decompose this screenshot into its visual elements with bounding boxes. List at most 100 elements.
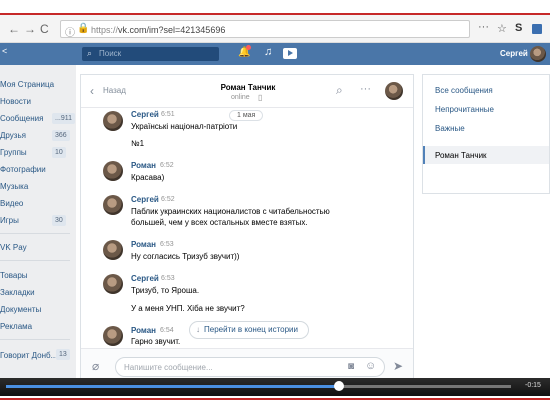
scroll-to-end-button[interactable]: ↓ Перейти в конец истории xyxy=(189,321,309,339)
menu-label: Игры xyxy=(0,216,19,225)
menu-label: VK Pay xyxy=(0,243,27,252)
menu-count: 30 xyxy=(52,215,66,226)
menu-item[interactable]: Группы xyxy=(0,148,27,157)
menu-item[interactable]: Товары xyxy=(0,271,28,280)
header-user-name[interactable]: Сергей xyxy=(500,49,528,58)
message-sender[interactable]: Роман xyxy=(131,161,156,170)
play-icon[interactable] xyxy=(283,48,297,59)
menu-item[interactable]: Говорит Донб... xyxy=(0,351,57,360)
chat-panel: ‹ Назад Роман Танчик online ▯ ⌕ ··· Серг… xyxy=(80,74,414,386)
vk-header: < ⌕ Поиск 🔔 ♫ Сергей xyxy=(0,43,550,65)
message-placeholder: Напишите сообщение... xyxy=(124,363,213,372)
message-sender[interactable]: Роман xyxy=(131,326,156,335)
menu-item[interactable]: Моя Страница xyxy=(0,80,54,89)
search-icon[interactable]: ⌕ xyxy=(336,83,343,98)
message-text: У а меня УНП. Хіба не звучит? xyxy=(131,304,245,313)
filter-all[interactable]: Все сообщения xyxy=(435,86,493,95)
more-icon[interactable]: ··· xyxy=(360,83,371,95)
menu-item[interactable]: Новости xyxy=(0,97,31,106)
lock-icon: 🔒 xyxy=(77,23,90,34)
video-scrubber[interactable] xyxy=(334,381,345,391)
message-text: Паблик украинских националистов с читабе… xyxy=(131,207,330,216)
menu-label: Говорит Донб... xyxy=(0,351,58,360)
header-avatar[interactable] xyxy=(530,46,546,62)
message-sender[interactable]: Сергей xyxy=(131,195,159,204)
filter-important[interactable]: Важные xyxy=(435,124,465,133)
filter-current-chat[interactable]: Роман Танчик xyxy=(435,151,487,160)
message-input[interactable]: Напишите сообщение... ◙ ☺ xyxy=(115,357,385,377)
menu-item[interactable]: Музыка xyxy=(0,182,28,191)
message-text: Красава) xyxy=(131,173,165,182)
attach-icon[interactable]: ⌀ xyxy=(92,359,99,373)
message-time: 6:51 xyxy=(161,111,175,118)
message-avatar[interactable] xyxy=(103,161,123,181)
url-text: https://vk.com/im?sel=421345696 xyxy=(91,25,225,35)
menu-item[interactable]: Игры xyxy=(0,216,19,225)
video-time: -0:15 xyxy=(525,382,541,389)
filter-unread[interactable]: Непрочитанные xyxy=(435,105,494,114)
back-link[interactable]: Назад xyxy=(103,86,126,95)
video-track[interactable] xyxy=(6,381,511,391)
menu-divider xyxy=(0,339,70,340)
menu-divider xyxy=(0,260,70,261)
back-arrow-icon[interactable]: ← xyxy=(8,22,20,36)
bottom-border xyxy=(0,398,550,400)
reload-icon[interactable]: C xyxy=(40,22,49,36)
back-chevron-icon[interactable]: ‹ xyxy=(90,84,94,98)
chat-title[interactable]: Роман Танчик xyxy=(211,83,285,92)
menu-item[interactable]: Видео xyxy=(0,199,23,208)
vk-logo-icon[interactable]: < xyxy=(2,46,7,56)
menu-label: Новости xyxy=(0,97,31,106)
camera-icon[interactable]: ◙ xyxy=(348,361,354,372)
left-menu: Моя Страница Новости Сообщения ...911 Др… xyxy=(0,65,76,385)
arrow-down-icon: ↓ xyxy=(196,325,200,334)
message-time: 6:53 xyxy=(160,241,174,248)
extension-icon[interactable]: S xyxy=(515,22,522,34)
menu-item[interactable]: Фотографии xyxy=(0,165,46,174)
menu-label: Друзья xyxy=(0,131,26,140)
menu-count: 366 xyxy=(52,130,70,141)
message-avatar[interactable] xyxy=(103,274,123,294)
menu-item[interactable]: Реклама xyxy=(0,322,32,331)
music-icon[interactable]: ♫ xyxy=(264,46,272,58)
message-time: 6:53 xyxy=(161,275,175,282)
menu-item[interactable]: Документы xyxy=(0,305,41,314)
message-sender[interactable]: Сергей xyxy=(131,274,159,283)
message-text: №1 xyxy=(131,139,145,148)
chat-avatar[interactable] xyxy=(385,82,403,100)
menu-label: Группы xyxy=(0,148,27,157)
message-time: 6:52 xyxy=(161,196,175,203)
menu-label: Видео xyxy=(0,199,24,208)
message-avatar[interactable] xyxy=(103,195,123,215)
forward-arrow-icon[interactable]: → xyxy=(24,22,36,36)
menu-item[interactable]: Сообщения xyxy=(0,114,43,123)
menu-label: Моя Страница xyxy=(0,80,55,89)
emoji-icon[interactable]: ☺ xyxy=(365,360,376,372)
address-bar[interactable]: ⓘ 🔒 https://vk.com/im?sel=421345696 xyxy=(60,20,470,39)
message-sender[interactable]: Роман xyxy=(131,240,156,249)
extension-blue-icon[interactable] xyxy=(532,24,542,34)
menu-item[interactable]: VK Pay xyxy=(0,243,27,252)
mobile-icon: ▯ xyxy=(258,93,263,102)
menu-item[interactable]: Друзья xyxy=(0,131,26,140)
search-input[interactable]: ⌕ Поиск xyxy=(82,47,219,61)
page-actions-icon[interactable]: ··· xyxy=(478,21,489,33)
message-text: Тризуб, то Яроша. xyxy=(131,286,200,295)
info-icon[interactable]: ⓘ xyxy=(65,24,75,39)
message-text: большей, чем у всех остальных вместе взя… xyxy=(131,218,308,227)
message-text: Гарно звучит. xyxy=(131,337,181,346)
url-prefix: https:// xyxy=(91,25,119,35)
message-sender[interactable]: Сергей xyxy=(131,110,159,119)
message-avatar[interactable] xyxy=(103,240,123,260)
bookmark-star-icon[interactable]: ☆ xyxy=(497,22,507,35)
menu-label: Закладки xyxy=(0,288,35,297)
url-main: vk.com/im?sel=421345696 xyxy=(118,25,226,35)
message-filter-panel: Все сообщения Непрочитанные Важные Роман… xyxy=(422,74,550,194)
message-avatar[interactable] xyxy=(103,326,123,346)
screenshot-frame: ← → C ⓘ 🔒 https://vk.com/im?sel=42134569… xyxy=(0,0,550,405)
send-icon[interactable]: ➤ xyxy=(393,359,403,373)
browser-toolbar: ← → C ⓘ 🔒 https://vk.com/im?sel=42134569… xyxy=(0,15,550,43)
menu-count: 10 xyxy=(52,147,66,158)
menu-item[interactable]: Закладки xyxy=(0,288,35,297)
message-avatar[interactable] xyxy=(103,111,123,131)
